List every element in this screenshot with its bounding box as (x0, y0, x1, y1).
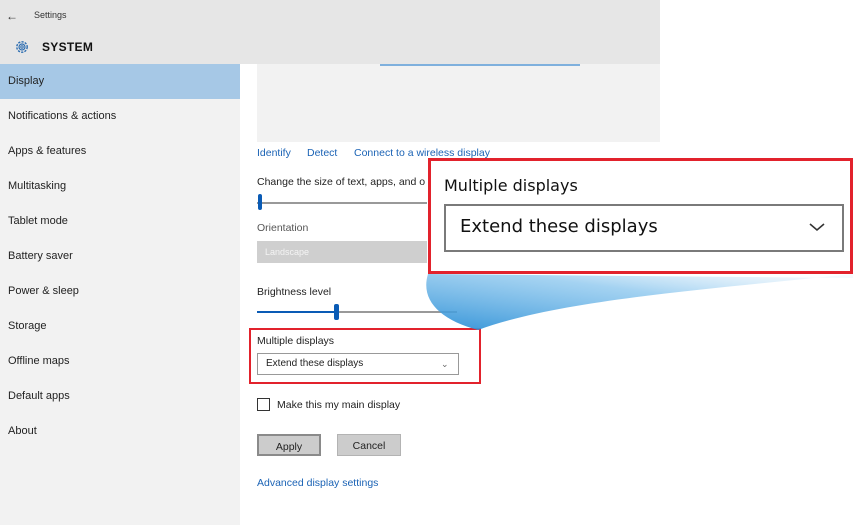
sidebar-item-battery-saver[interactable]: Battery saver (0, 239, 240, 274)
page-header: SYSTEM (0, 30, 660, 64)
zoom-dropdown-value: Extend these displays (460, 216, 658, 237)
main-display-checkbox[interactable] (257, 398, 270, 411)
page-title: SYSTEM (42, 40, 94, 54)
zoom-multiple-displays-dropdown[interactable]: Extend these displays (444, 204, 844, 252)
app-title: Settings (34, 10, 67, 20)
display-preview[interactable] (257, 64, 660, 142)
title-bar: ← Settings (0, 0, 660, 30)
identify-link[interactable]: Identify (257, 147, 291, 159)
sidebar-item-display[interactable]: Display (0, 64, 240, 99)
sidebar-item-default-apps[interactable]: Default apps (0, 379, 240, 414)
main-display-label: Make this my main display (277, 399, 401, 411)
orientation-label: Orientation (257, 222, 309, 234)
back-arrow-icon[interactable]: ← (6, 9, 18, 23)
gear-icon (16, 41, 28, 53)
orientation-dropdown[interactable]: Landscape (257, 241, 427, 263)
multiple-displays-label: Multiple displays (257, 335, 335, 347)
sidebar-item-notifications[interactable]: Notifications & actions (0, 99, 240, 134)
chevron-down-icon (809, 223, 825, 232)
brightness-slider-fill (257, 311, 337, 313)
multiple-displays-dropdown[interactable]: Extend these displays (257, 353, 459, 375)
detect-link[interactable]: Detect (307, 147, 337, 159)
monitor-preview-edge (380, 64, 580, 66)
sidebar-item-offline-maps[interactable]: Offline maps (0, 344, 240, 379)
scale-label: Change the size of text, apps, and o (257, 176, 426, 188)
zoom-multiple-displays-label: Multiple displays (444, 176, 578, 195)
sidebar-item-apps-features[interactable]: Apps & features (0, 134, 240, 169)
scale-slider-track[interactable] (257, 202, 427, 204)
brightness-slider-thumb[interactable] (334, 304, 339, 320)
sidebar-item-multitasking[interactable]: Multitasking (0, 169, 240, 204)
sidebar: Display Notifications & actions Apps & f… (0, 64, 240, 525)
sidebar-item-storage[interactable]: Storage (0, 309, 240, 344)
cancel-button[interactable]: Cancel (337, 434, 401, 456)
advanced-display-settings-link[interactable]: Advanced display settings (257, 477, 378, 489)
apply-button[interactable]: Apply (257, 434, 321, 456)
brightness-label: Brightness level (257, 286, 332, 298)
sidebar-item-tablet-mode[interactable]: Tablet mode (0, 204, 240, 239)
chevron-down-icon: ⌄ (441, 359, 449, 369)
sidebar-item-about[interactable]: About (0, 414, 240, 449)
sidebar-item-power-sleep[interactable]: Power & sleep (0, 274, 240, 309)
brightness-slider-track[interactable] (337, 311, 457, 313)
scale-slider-thumb[interactable] (258, 194, 262, 210)
